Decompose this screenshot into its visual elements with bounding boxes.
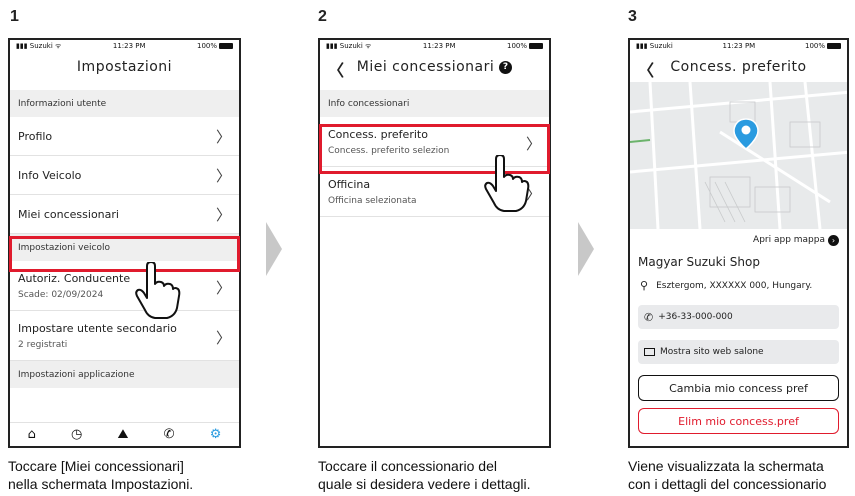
dealer-phone-pill[interactable]: ✆ +36-33-000-000 xyxy=(638,305,839,329)
caption-line: con i dettagli del concessionario xyxy=(628,476,827,492)
step-number-1: 1 xyxy=(10,8,19,25)
change-dealer-button[interactable]: Cambia mio concess pref xyxy=(638,375,839,401)
back-chevron-icon[interactable]: 〈 xyxy=(638,57,655,81)
gear-icon[interactable]: ⚙ xyxy=(210,427,222,442)
menu-label: Profilo xyxy=(18,129,53,143)
time-label: 11:23 PM xyxy=(112,42,146,50)
carrier-label: ▮▮▮ Suzuki ᯤ xyxy=(16,41,62,50)
status-bar: ▮▮▮ Suzuki ᯤ 11:23 PM 100% xyxy=(320,40,549,52)
dealer-website-pill[interactable]: Mostra sito web salone xyxy=(638,340,839,364)
chevron-right-icon: 〉 xyxy=(215,127,231,146)
address-text: Esztergom, XXXXXX 000, Hungary. xyxy=(656,280,813,291)
caption-line: Toccare il concessionario del xyxy=(318,458,497,474)
back-chevron-icon[interactable]: 〈 xyxy=(328,57,345,81)
menu-item-my-dealers[interactable]: Miei concessionari 〉 xyxy=(10,195,239,234)
menu-sublabel: Scade: 02/09/2024 xyxy=(18,289,104,300)
chevron-right-icon: 〉 xyxy=(215,166,231,185)
menu-label: Info Veicolo xyxy=(18,168,82,182)
step-arrow-icon xyxy=(578,222,594,276)
page-title: Impostazioni xyxy=(76,59,173,75)
section-user-info: Informazioni utente xyxy=(10,90,239,117)
phone-screen-preferred-dealer: ▮▮▮ Suzuki 11:23 PM 100% 〈 Concess. pref… xyxy=(628,38,849,448)
chevron-right-icon: 〉 xyxy=(215,279,231,297)
step-number-3: 3 xyxy=(628,8,637,25)
status-bar: ▮▮▮ Suzuki 11:23 PM 100% xyxy=(630,40,847,52)
time-label: 11:23 PM xyxy=(722,42,756,50)
caption-step-3: Viene visualizzata la schermata con i de… xyxy=(628,457,826,493)
hand-pointer-icon xyxy=(135,262,181,319)
section-dealer-info: Info concessionari xyxy=(320,90,549,117)
step-arrow-icon xyxy=(266,222,282,276)
phone-screen-my-dealers: ▮▮▮ Suzuki ᯤ 11:23 PM 100% 〈 Miei conces… xyxy=(318,38,551,448)
nav-bar: Impostazioni xyxy=(10,52,239,82)
caption-line: quale si desidera vedere i dettagli. xyxy=(318,476,531,492)
caption-line: Viene visualizzata la schermata xyxy=(628,458,824,474)
page-title: Concess. preferito xyxy=(670,59,807,75)
menu-sublabel: 2 registrati xyxy=(18,339,68,350)
time-label: 11:23 PM xyxy=(422,42,456,50)
dealer-name: Magyar Suzuki Shop xyxy=(638,255,760,269)
chevron-right-icon: 〉 xyxy=(215,205,231,224)
caption-step-2: Toccare il concessionario del quale si d… xyxy=(318,457,530,493)
delete-dealer-button[interactable]: Elim mio concess.pref xyxy=(638,408,839,434)
battery-label: 100% xyxy=(507,42,543,50)
phone-text: +36-33-000-000 xyxy=(658,312,733,322)
caption-line: Toccare [Miei concessionari] xyxy=(8,458,184,474)
location-pin-icon xyxy=(733,118,759,150)
website-text: Mostra sito web salone xyxy=(660,347,764,357)
phone-icon[interactable]: ✆ xyxy=(164,427,175,442)
location-pin-icon: ⚲ xyxy=(640,279,649,292)
history-icon[interactable]: ◷ xyxy=(71,427,82,442)
menu-item-secondary-user[interactable]: Impostare utente secondario 2 registrati… xyxy=(10,311,239,361)
highlight-box xyxy=(9,236,240,272)
map-streets xyxy=(630,82,847,229)
status-bar: ▮▮▮ Suzuki ᯤ 11:23 PM 100% xyxy=(10,40,239,52)
arrow-circle-icon: › xyxy=(828,234,839,246)
battery-label: 100% xyxy=(197,42,233,50)
section-app-settings: Impostazioni applicazione xyxy=(10,361,239,388)
battery-label: 100% xyxy=(805,42,841,50)
carrier-label: ▮▮▮ Suzuki xyxy=(636,42,673,50)
monitor-icon xyxy=(644,348,655,356)
nav-bar: 〈 Miei concessionari ? xyxy=(320,52,549,82)
caption-line: nella schermata Impostazioni. xyxy=(8,476,194,492)
tab-bar: ⌂ ◷ ⛰ ✆ ⚙ xyxy=(10,422,239,446)
menu-item-profile[interactable]: Profilo 〉 xyxy=(10,117,239,156)
dealer-address: ⚲ Esztergom, XXXXXX 000, Hungary. xyxy=(630,269,847,292)
carrier-label: ▮▮▮ Suzuki ᯤ xyxy=(326,41,372,50)
map-icon[interactable]: ⛰ xyxy=(118,427,129,442)
telephone-icon: ✆ xyxy=(644,310,654,324)
menu-label: Impostare utente secondario xyxy=(18,321,177,335)
step-number-2: 2 xyxy=(318,8,327,25)
open-map-label: Apri app mappa xyxy=(753,235,825,245)
home-icon[interactable]: ⌂ xyxy=(28,427,36,442)
open-map-link[interactable]: Apri app mappa › xyxy=(630,229,847,251)
hand-pointer-icon xyxy=(484,155,530,212)
menu-item-vehicle-info[interactable]: Info Veicolo 〉 xyxy=(10,156,239,195)
menu-label: Miei concessionari xyxy=(18,207,119,221)
nav-bar: 〈 Concess. preferito xyxy=(630,52,847,82)
caption-step-1: Toccare [Miei concessionari] nella scher… xyxy=(8,457,193,493)
page-title: Miei concessionari xyxy=(356,59,495,75)
map-view[interactable] xyxy=(630,82,847,229)
menu-label: Autoriz. Conducente xyxy=(18,271,131,285)
chevron-right-icon: 〉 xyxy=(215,329,231,347)
help-icon[interactable]: ? xyxy=(499,60,513,74)
